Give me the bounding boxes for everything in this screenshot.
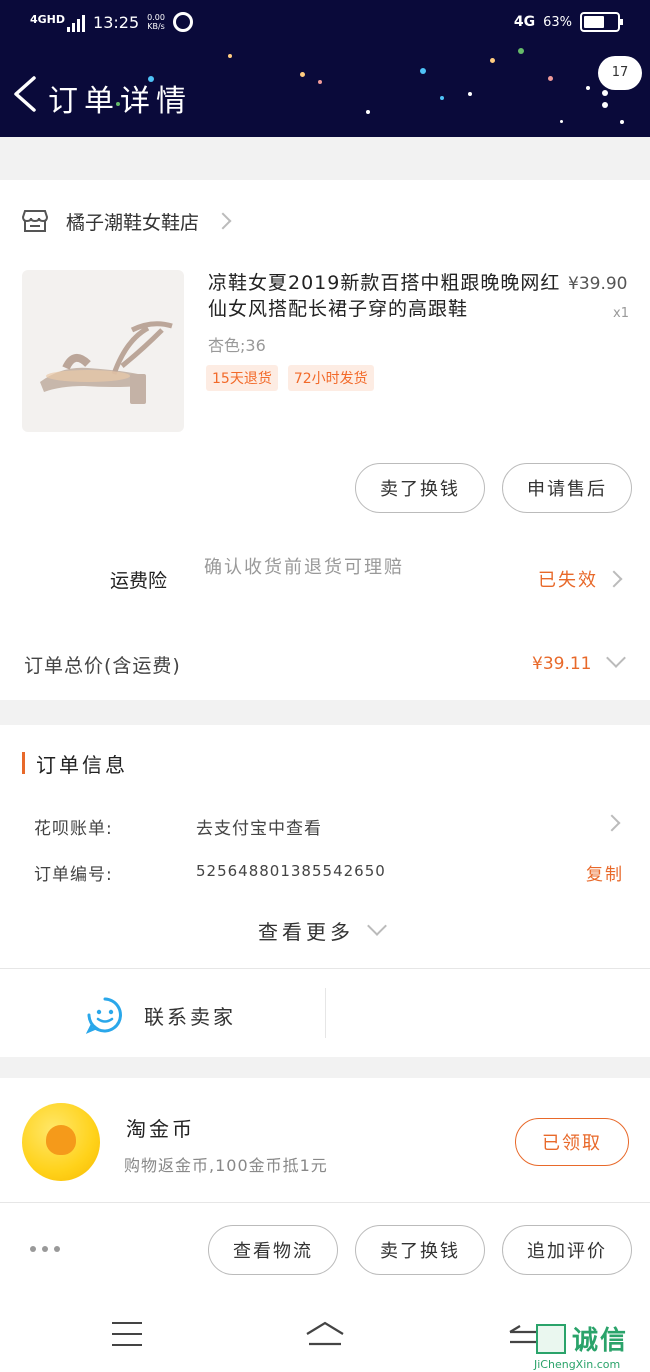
- product-title[interactable]: 凉鞋女夏2019新款百搭中粗跟晚晚网红仙女风搭配长裙子穿的高跟鞋: [208, 270, 568, 322]
- insurance-desc: 确认收货前退货可理赔: [204, 557, 404, 578]
- shop-link[interactable]: 橘子潮鞋女鞋店: [22, 206, 232, 236]
- decor-star: [518, 48, 524, 54]
- decor-star: [620, 120, 624, 124]
- total-label: 订单总价(含运费): [24, 655, 181, 677]
- sandal-icon: [40, 321, 173, 404]
- product-spec: 杏色;36: [208, 336, 266, 355]
- decor-star: [586, 86, 590, 90]
- decor-star: [468, 92, 472, 96]
- decor-star: [318, 80, 322, 84]
- insurance-label: 运费险: [110, 570, 168, 592]
- decor-star: [300, 72, 305, 77]
- taojinbi-coin-icon: [22, 1103, 100, 1181]
- product-image[interactable]: [22, 270, 184, 432]
- watermark-logo-icon: [536, 1324, 566, 1354]
- network-4g: 4G: [513, 14, 536, 30]
- decor-star: [366, 110, 370, 114]
- network-speed: 0.00 KB/s: [147, 13, 165, 31]
- tag-shipping: 72小时发货: [287, 365, 374, 391]
- see-more-label: 查看更多: [258, 920, 354, 944]
- netease-music-icon: [172, 12, 193, 32]
- huabei-value[interactable]: 去支付宝中查看: [196, 814, 322, 839]
- battery-percent: 63%: [543, 14, 572, 30]
- contact-seller-label: 联系卖家: [144, 1004, 236, 1029]
- menu-icon[interactable]: [112, 1322, 142, 1355]
- service-tags: 15天退货 72小时发货: [206, 365, 374, 391]
- order-no-label: 订单编号:: [34, 865, 113, 885]
- total-price[interactable]: ¥39.11: [532, 648, 627, 674]
- clock: 13:25: [93, 12, 140, 32]
- huabei-label: 花呗账单:: [34, 819, 113, 839]
- section-accent-bar: [22, 752, 25, 774]
- view-logistics-button[interactable]: 查看物流: [208, 1225, 338, 1275]
- order-item-card: [0, 180, 650, 700]
- aftersale-button[interactable]: 申请售后: [502, 463, 632, 513]
- decor-star: [490, 58, 495, 63]
- see-more-button[interactable]: 查看更多: [258, 915, 387, 945]
- more-menu-icon[interactable]: [602, 90, 612, 114]
- home-icon[interactable]: [305, 1320, 345, 1346]
- chat-icon: [86, 997, 122, 1034]
- insurance-status-text: 已失效: [538, 570, 598, 591]
- decor-star: [228, 54, 232, 58]
- watermark-text: 诚信: [572, 1326, 629, 1356]
- decor-star: [420, 68, 426, 74]
- sell-button-bottom[interactable]: 卖了换钱: [355, 1225, 485, 1275]
- shop-icon: [22, 210, 48, 232]
- insurance-status[interactable]: 已失效: [538, 566, 623, 592]
- coins-title: 淘金币: [126, 1117, 195, 1141]
- shop-name: 橘子潮鞋女鞋店: [66, 211, 200, 234]
- product-quantity: x1: [613, 306, 629, 321]
- message-badge[interactable]: 17: [598, 56, 642, 90]
- product-price: ¥39.90: [568, 274, 628, 294]
- divider: [0, 1202, 650, 1203]
- contact-seller-button[interactable]: 联系卖家: [86, 996, 236, 1034]
- battery-icon: [580, 12, 623, 32]
- page-title: 订单详情: [48, 84, 192, 119]
- more-actions-icon[interactable]: [30, 1246, 60, 1252]
- add-review-button[interactable]: 追加评价: [502, 1225, 632, 1275]
- network-type: 4GHD: [30, 13, 66, 26]
- status-bar: 4GHD 13:25 0.00 KB/s 4G 63%: [0, 0, 650, 48]
- divider: [0, 968, 650, 969]
- copy-button[interactable]: 复制: [586, 860, 624, 885]
- speed-value: 0.00: [147, 13, 165, 22]
- decor-star: [560, 120, 563, 123]
- signal-icon: 4GHD: [30, 12, 86, 32]
- decor-star: [548, 76, 553, 81]
- decor-star: [440, 96, 444, 100]
- watermark: 诚信 JiChengXin.com: [532, 1318, 650, 1372]
- order-info-title: 订单信息: [36, 753, 128, 777]
- speed-unit: KB/s: [147, 22, 165, 31]
- chevron-down-icon: [367, 915, 387, 936]
- chevron-right-icon: [214, 212, 232, 230]
- watermark-sub: JiChengXin.com: [534, 1358, 621, 1371]
- back-arrow-icon[interactable]: [10, 74, 46, 114]
- sell-button[interactable]: 卖了换钱: [355, 463, 485, 513]
- total-value: ¥39.11: [532, 654, 592, 674]
- order-no-value: 525648801385542650: [196, 862, 386, 880]
- battery-fill: [584, 16, 604, 28]
- coins-claimed-button[interactable]: 已领取: [515, 1118, 629, 1166]
- chevron-right-icon: [605, 570, 623, 588]
- header: 4GHD 13:25 0.00 KB/s 4G 63% 订单详情 17: [0, 0, 650, 137]
- coins-desc: 购物返金币,100金币抵1元: [124, 1156, 328, 1175]
- vertical-divider: [325, 988, 326, 1038]
- tag-return: 15天退货: [206, 365, 278, 391]
